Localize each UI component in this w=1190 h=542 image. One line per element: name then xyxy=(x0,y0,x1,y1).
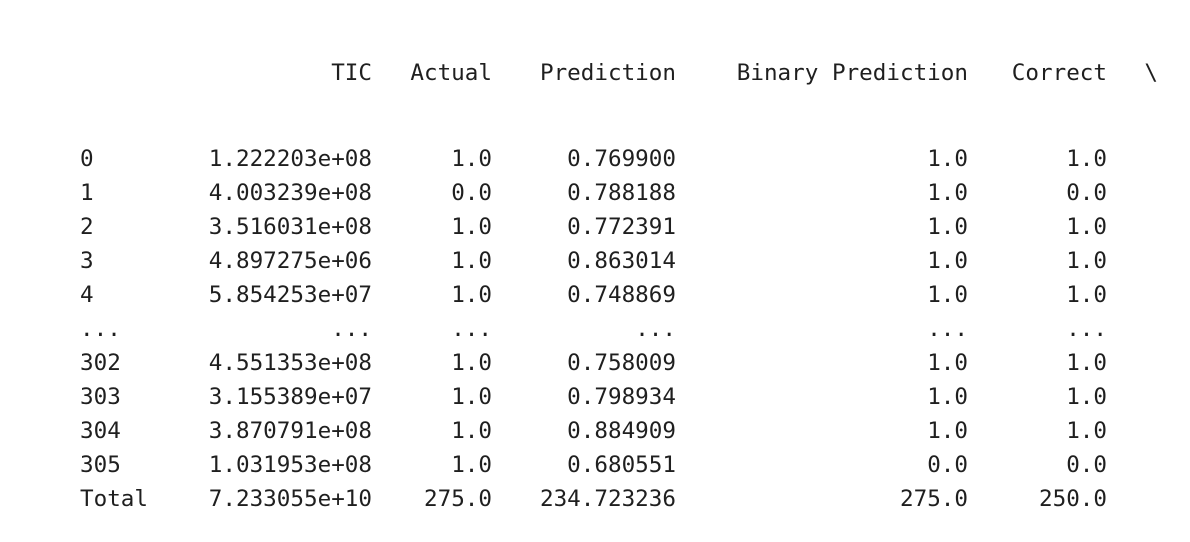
cell-prediction: 0.798934 xyxy=(567,384,676,410)
table-row: 1 4.003239e+08 0.0 0.788188 1.0 0.0 xyxy=(80,176,1158,210)
cell-tic: 4.551353e+08 xyxy=(208,350,372,376)
cell-actual: 275.0 xyxy=(423,486,492,512)
column-header-actual: Actual xyxy=(410,60,492,86)
cell-correct: 1.0 xyxy=(1066,384,1107,410)
cell-actual: 1.0 xyxy=(451,282,492,308)
row-index: 305 xyxy=(80,452,121,478)
cell-binary-prediction: 1.0 xyxy=(927,350,968,376)
cell-actual: 1.0 xyxy=(451,248,492,274)
row-index: 4 xyxy=(80,282,94,308)
row-index: 303 xyxy=(80,384,121,410)
cell-correct: 0.0 xyxy=(1066,452,1107,478)
cell-actual: 0.0 xyxy=(451,180,492,206)
row-index: 0 xyxy=(80,146,94,172)
cell-correct: 0.0 xyxy=(1066,180,1107,206)
cell-tic: 1.031953e+08 xyxy=(208,452,372,478)
cell-binary-prediction: 1.0 xyxy=(927,214,968,240)
table-row: 302 4.551353e+08 1.0 0.758009 1.0 1.0 xyxy=(80,346,1158,380)
index-header xyxy=(80,56,180,90)
row-index: ... xyxy=(80,316,121,342)
header-row: TIC Actual Prediction Binary Prediction … xyxy=(80,56,1158,90)
cell-correct: 250.0 xyxy=(1038,486,1107,512)
cell-binary-prediction: 1.0 xyxy=(927,146,968,172)
cell-prediction: 234.723236 xyxy=(539,486,676,512)
cell-actual: ... xyxy=(451,316,492,342)
row-index: 3 xyxy=(80,248,94,274)
cell-correct: 1.0 xyxy=(1066,350,1107,376)
dataframe-output: TIC Actual Prediction Binary Prediction … xyxy=(80,4,1158,542)
cell-tic: 4.003239e+08 xyxy=(208,180,372,206)
cell-tic: 1.222203e+08 xyxy=(208,146,372,172)
cell-tic: 4.897275e+06 xyxy=(208,248,372,274)
cell-prediction: 0.863014 xyxy=(567,248,676,274)
cell-prediction: 0.748869 xyxy=(567,282,676,308)
cell-correct: 1.0 xyxy=(1066,282,1107,308)
cell-tic: 5.854253e+07 xyxy=(208,282,372,308)
row-index: 302 xyxy=(80,350,121,376)
cell-binary-prediction: 1.0 xyxy=(927,282,968,308)
cell-correct: 1.0 xyxy=(1066,418,1107,444)
cell-tic: 7.233055e+10 xyxy=(208,486,372,512)
column-header-prediction: Prediction xyxy=(539,60,676,86)
cell-binary-prediction: ... xyxy=(927,316,968,342)
cell-prediction: 0.769900 xyxy=(567,146,676,172)
cell-actual: 1.0 xyxy=(451,214,492,240)
ellipsis-row: .................. xyxy=(80,312,1158,346)
cell-prediction: 0.772391 xyxy=(567,214,676,240)
table-row: 304 3.870791e+08 1.0 0.884909 1.0 1.0 xyxy=(80,414,1158,448)
row-index: 2 xyxy=(80,214,94,240)
cell-actual: 1.0 xyxy=(451,418,492,444)
total-row: Total 7.233055e+10 275.0 234.723236 275.0 250… xyxy=(80,482,1158,516)
cell-tic: ... xyxy=(331,316,372,342)
cell-actual: 1.0 xyxy=(451,146,492,172)
cell-correct: 1.0 xyxy=(1066,146,1107,172)
cell-binary-prediction: 1.0 xyxy=(927,248,968,274)
continuation-marker: \ xyxy=(1144,60,1158,86)
cell-prediction: 0.884909 xyxy=(567,418,676,444)
cell-correct: 1.0 xyxy=(1066,214,1107,240)
cell-actual: 1.0 xyxy=(451,350,492,376)
cell-actual: 1.0 xyxy=(451,452,492,478)
cell-actual: 1.0 xyxy=(451,384,492,410)
column-header-binary-prediction: Binary Prediction xyxy=(736,60,968,86)
cell-binary-prediction: 1.0 xyxy=(927,180,968,206)
table-row: 3 4.897275e+06 1.0 0.863014 1.0 1.0 xyxy=(80,244,1158,278)
cell-correct: ... xyxy=(1066,316,1107,342)
cell-binary-prediction: 275.0 xyxy=(899,486,968,512)
table-row: 4 5.854253e+07 1.0 0.748869 1.0 1.0 xyxy=(80,278,1158,312)
cell-prediction: 0.680551 xyxy=(567,452,676,478)
column-header-tic: TIC xyxy=(331,60,372,86)
table-row: 0 1.222203e+08 1.0 0.769900 1.0 1.0 xyxy=(80,142,1158,176)
cell-tic: 3.155389e+07 xyxy=(208,384,372,410)
row-index: Total xyxy=(80,486,149,512)
table-row: 303 3.155389e+07 1.0 0.798934 1.0 1.0 xyxy=(80,380,1158,414)
table-row: 305 1.031953e+08 1.0 0.680551 0.0 0.0 xyxy=(80,448,1158,482)
cell-tic: 3.870791e+08 xyxy=(208,418,372,444)
cell-binary-prediction: 1.0 xyxy=(927,384,968,410)
cell-tic: 3.516031e+08 xyxy=(208,214,372,240)
cell-binary-prediction: 0.0 xyxy=(927,452,968,478)
row-index: 304 xyxy=(80,418,121,444)
column-header-correct: Correct xyxy=(1011,60,1107,86)
cell-prediction: 0.758009 xyxy=(567,350,676,376)
cell-correct: 1.0 xyxy=(1066,248,1107,274)
table-row: 2 3.516031e+08 1.0 0.772391 1.0 1.0 xyxy=(80,210,1158,244)
table-body: 0 1.222203e+08 1.0 0.769900 1.0 1.0 1 4.003239e… xyxy=(80,142,1158,516)
cell-binary-prediction: 1.0 xyxy=(927,418,968,444)
cell-prediction: ... xyxy=(635,316,676,342)
cell-prediction: 0.788188 xyxy=(567,180,676,206)
row-index: 1 xyxy=(80,180,94,206)
